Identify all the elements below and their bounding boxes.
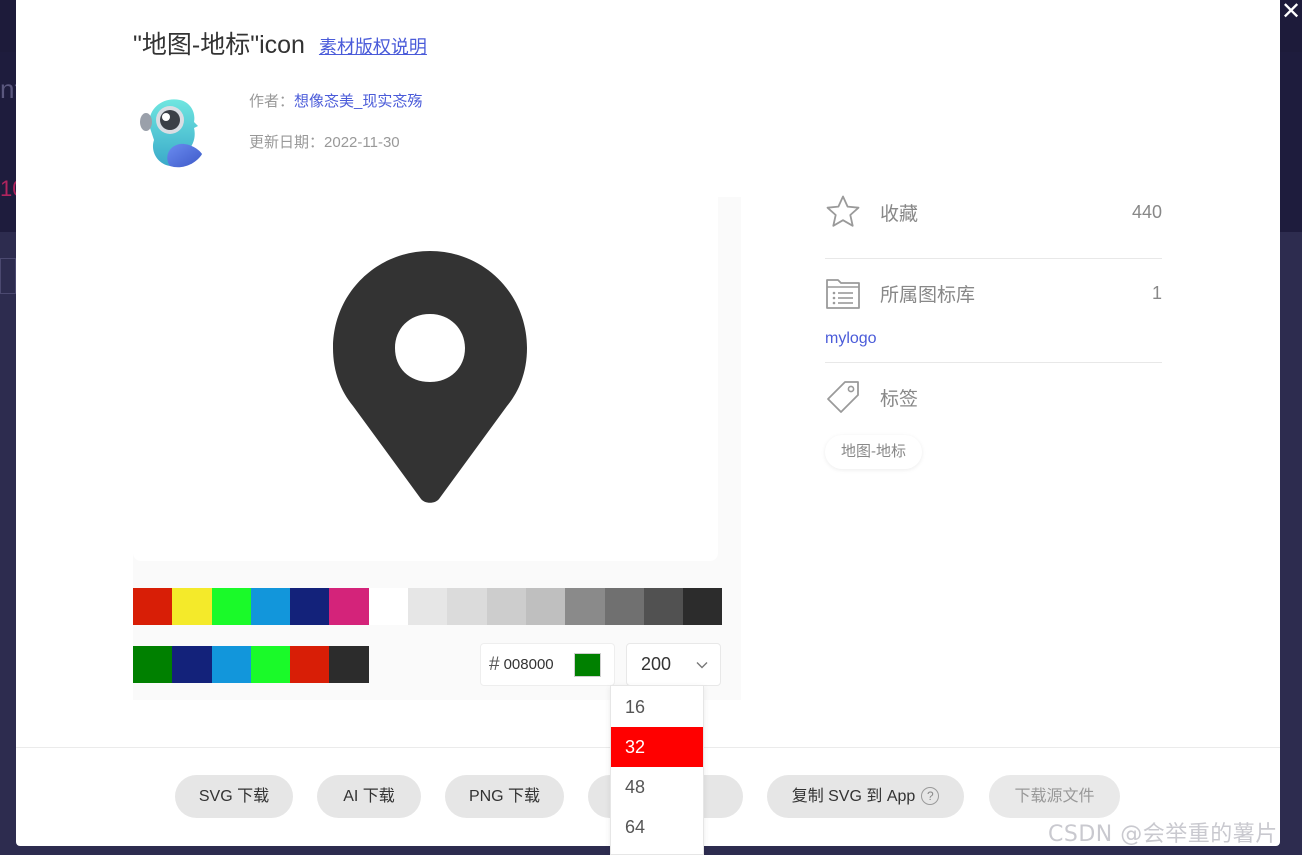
icon-preview [133,197,718,561]
size-select-value: 200 [641,654,672,674]
tag-pill[interactable]: 地图-地标 [825,435,922,469]
hex-color-input[interactable] [503,656,572,673]
download-source-button[interactable]: 下载源文件 [989,775,1120,818]
color-swatch[interactable] [408,588,448,625]
library-label: 所属图标库 [880,284,976,306]
background-dropdown-fragment [0,258,16,294]
color-swatch[interactable] [486,588,526,625]
png-download-button[interactable]: PNG 下载 [445,775,564,818]
date-label: 更新日期： [249,134,325,151]
color-swatch[interactable] [604,588,644,625]
color-swatch[interactable] [525,588,566,625]
divider [825,362,1162,363]
size-option-16[interactable]: 16 [611,687,703,727]
recent-color-swatch[interactable] [329,646,369,683]
favorites-label: 收藏 [880,203,919,225]
date-value: 2022-11-30 [324,134,400,151]
color-swatch[interactable] [329,588,369,625]
update-date-row: 更新日期：2022-11-30 [249,133,422,153]
recent-color-swatch[interactable] [250,646,291,683]
map-pin-icon [333,251,527,503]
chevron-down-icon [696,661,708,668]
title-row: "地图-地标"icon 素材版权说明 [133,25,427,61]
library-link-mylogo[interactable]: mylogo [825,330,877,348]
hash-label: # [489,653,500,675]
svg-download-button[interactable]: SVG 下载 [175,775,293,818]
icon-title: "地图-地标"icon [133,31,305,59]
color-swatch[interactable] [643,588,684,625]
color-swatch[interactable] [172,588,212,625]
author-avatar[interactable] [136,92,212,172]
recent-color-swatch[interactable] [290,646,330,683]
author-label: 作者： [249,93,295,110]
recent-color-row [133,646,369,683]
current-color-swatch[interactable] [573,652,601,677]
color-swatch[interactable] [211,588,251,625]
size-option-32[interactable]: 32 [611,727,703,767]
hex-color-field: # [480,643,615,686]
favorites-row: 收藏 440 [825,194,1162,230]
close-icon[interactable]: ✕ [1280,0,1302,24]
author-meta: 作者：想像忞美_现实忞殇 更新日期：2022-11-30 [249,92,422,153]
library-row: 所属图标库 1 [825,275,1162,311]
color-swatch[interactable] [683,588,723,625]
ai-download-button[interactable]: AI 下载 [317,775,421,818]
color-swatch[interactable] [133,588,173,625]
recent-color-swatch[interactable] [133,646,173,683]
color-swatch[interactable] [250,588,291,625]
color-swatch[interactable] [447,588,487,625]
size-option-64[interactable]: 64 [611,807,703,847]
star-icon[interactable] [825,194,861,230]
preview-panel: # 200 [133,197,741,700]
color-swatch[interactable] [565,588,605,625]
library-folder-icon [826,279,860,309]
copy-svg-to-app-label: 复制 SVG 到 App [791,788,916,805]
recent-color-swatch[interactable] [172,646,212,683]
color-swatch[interactable] [290,588,330,625]
divider [825,258,1162,259]
size-option-48[interactable]: 48 [611,767,703,807]
author-link[interactable]: 想像忞美_现实忞殇 [294,93,422,110]
color-palette-row [133,588,723,625]
recent-color-swatch[interactable] [211,646,251,683]
color-swatch[interactable] [368,588,409,625]
copy-svg-to-app-button[interactable]: 复制 SVG 到 App? [767,775,964,818]
size-select[interactable]: 200 [626,643,721,686]
help-icon[interactable]: ? [921,786,940,805]
csdn-watermark: CSDN @会举重的薯片 [1048,822,1278,847]
size-dropdown-list: 16 32 48 64 [610,685,704,855]
tags-row: 标签 [825,379,1162,415]
author-row: 作者：想像忞美_现实忞殇 [249,92,422,112]
tag-icon [827,381,859,413]
library-count: 1 [1151,282,1162,303]
tags-label: 标签 [880,388,919,410]
copyright-link[interactable]: 素材版权说明 [319,33,427,59]
favorites-count: 440 [1131,201,1162,222]
